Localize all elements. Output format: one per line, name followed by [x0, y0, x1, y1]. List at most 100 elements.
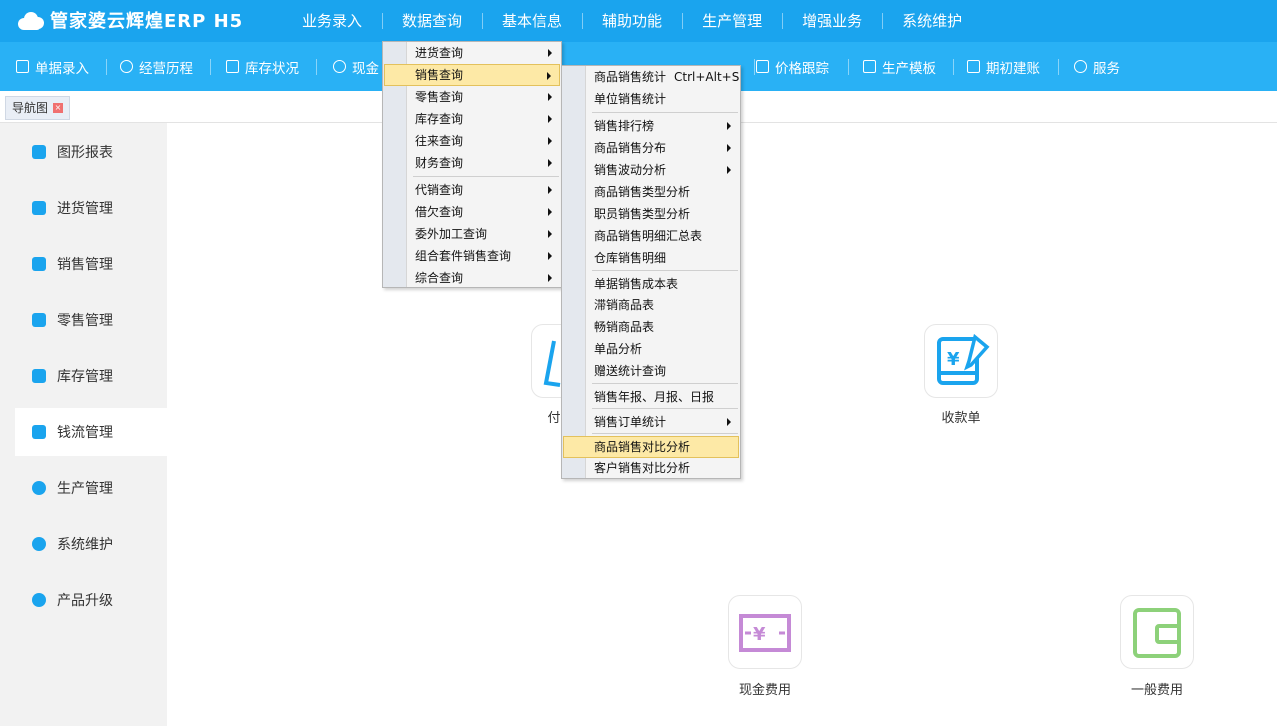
sidebar-item-cashflow[interactable]: 钱流管理: [15, 408, 167, 456]
sidebar-item-retail[interactable]: 零售管理: [15, 296, 167, 344]
sales-menu-item[interactable]: 商品销售类型分析: [563, 181, 739, 203]
sales-menu-item[interactable]: 商品销售对比分析: [563, 436, 739, 458]
shortcut-label: 库存状况: [245, 60, 299, 77]
shortcut-price-tracking[interactable]: 价格跟踪: [756, 42, 829, 91]
sales-menu-item[interactable]: 销售波动分析: [563, 159, 739, 181]
cash-expense-card[interactable]: ¥: [728, 595, 802, 669]
data-query-menu-item[interactable]: 库存查询: [384, 108, 560, 130]
shortcut-service[interactable]: 服务: [1074, 42, 1120, 91]
top-nav-item-business-entry[interactable]: 业务录入: [282, 0, 382, 42]
sidebar-item-chart-reports[interactable]: 图形报表: [15, 128, 167, 176]
menu-item-label: 商品销售类型分析: [594, 185, 691, 199]
sales-menu-item[interactable]: 销售排行榜: [563, 115, 739, 137]
top-nav-item-auxiliary[interactable]: 辅助功能: [582, 0, 682, 42]
general-expense-card-label: 一般费用: [1130, 683, 1183, 698]
sales-menu-item[interactable]: 销售年报、月报、日报: [563, 386, 739, 408]
sales-menu-item[interactable]: 商品销售统计 Ctrl+Alt+S: [563, 66, 739, 88]
submenu-arrow-icon: [548, 252, 552, 260]
submenu-arrow-icon: [727, 122, 731, 130]
data-query-menu-item[interactable]: 往来查询: [384, 130, 560, 152]
menu-item-label: 财务查询: [415, 156, 464, 170]
menu-item-label: 单位销售统计: [594, 92, 667, 106]
sidebar-item-upgrade[interactable]: 产品升级: [15, 576, 167, 624]
top-nav-item-data-query[interactable]: 数据查询: [382, 0, 482, 42]
edit-icon: [16, 60, 29, 73]
menu-item-label: 进货查询: [415, 46, 464, 60]
menu-item-label: 单品分析: [594, 342, 643, 356]
sales-menu-item[interactable]: 滞销商品表: [563, 294, 739, 316]
sales-menu-item[interactable]: 客户销售对比分析: [563, 457, 739, 479]
chart-icon: [32, 145, 46, 159]
menu-item-label: 组合套件销售查询: [415, 249, 512, 263]
sales-menu-item[interactable]: 商品销售分布: [563, 137, 739, 159]
divider: [848, 59, 849, 75]
sidebar-item-label: 进货管理: [57, 201, 113, 217]
receipt-card[interactable]: ¥: [924, 324, 998, 398]
sidebar-item-label: 零售管理: [57, 313, 113, 329]
submenu-arrow-icon: [727, 418, 731, 426]
cash-expense-icon: ¥: [739, 614, 791, 652]
data-query-menu-item[interactable]: 销售查询: [384, 64, 560, 86]
shortcut-business-history[interactable]: 经营历程: [120, 42, 193, 91]
tab-navigation-map[interactable]: 导航图 ×: [5, 96, 71, 120]
production-icon: [32, 481, 46, 495]
shortcut-stock-status[interactable]: 库存状况: [226, 42, 299, 91]
top-bar: 管家婆云辉煌ERP H5 业务录入 数据查询 基本信息 辅助功能 生产管理 增强…: [0, 0, 1277, 42]
shortcut-voucher-entry[interactable]: 单据录入: [16, 42, 89, 91]
top-nav-item-system[interactable]: 系统维护: [882, 0, 982, 42]
sales-menu-item[interactable]: 畅销商品表: [563, 316, 739, 338]
submenu-arrow-icon: [727, 166, 731, 174]
sales-menu-item[interactable]: 销售订单统计: [563, 411, 739, 433]
check-circle-icon: [120, 60, 133, 73]
data-query-menu-item[interactable]: 借欠查询: [384, 201, 560, 223]
data-query-menu-item[interactable]: 组合套件销售查询: [384, 245, 560, 267]
menu-item-label: 销售排行榜: [594, 119, 655, 133]
shortcut-production-template[interactable]: 生产模板: [863, 42, 936, 91]
purchase-icon: [32, 201, 46, 215]
data-query-menu-item[interactable]: 财务查询: [384, 152, 560, 174]
sidebar-item-production[interactable]: 生产管理: [15, 464, 167, 512]
sales-menu-item[interactable]: 职员销售类型分析: [563, 203, 739, 225]
sidebar-item-label: 图形报表: [57, 145, 113, 161]
shortcut-cash[interactable]: 现金: [333, 42, 379, 91]
submenu-arrow-icon: [548, 230, 552, 238]
sales-icon: [32, 257, 46, 271]
sidebar-item-label: 系统维护: [57, 537, 113, 553]
divider: [1058, 59, 1059, 75]
general-expense-card[interactable]: [1120, 595, 1194, 669]
sidebar-item-purchase[interactable]: 进货管理: [15, 184, 167, 232]
top-nav-item-enhanced[interactable]: 增强业务: [782, 0, 882, 42]
sales-menu-item[interactable]: 单据销售成本表: [563, 273, 739, 295]
menu-separator: [413, 176, 559, 177]
sidebar-item-maintenance[interactable]: 系统维护: [15, 520, 167, 568]
divider: [210, 59, 211, 75]
data-query-menu-item[interactable]: 代销查询: [384, 179, 560, 201]
data-query-menu-item[interactable]: 零售查询: [384, 86, 560, 108]
sales-menu-item[interactable]: 单品分析: [563, 338, 739, 360]
data-query-menu-item[interactable]: 综合查询: [384, 267, 560, 289]
sidebar-item-inventory[interactable]: 库存管理: [15, 352, 167, 400]
menu-item-label: 借欠查询: [415, 205, 464, 219]
menu-item-label: 综合查询: [415, 271, 464, 285]
top-nav-item-production[interactable]: 生产管理: [682, 0, 782, 42]
sidebar-item-sales[interactable]: 销售管理: [15, 240, 167, 288]
divider: [754, 59, 755, 75]
close-icon[interactable]: ×: [53, 103, 64, 113]
general-expense-icon: [1133, 608, 1181, 658]
sales-menu-item[interactable]: 赠送统计查询: [563, 360, 739, 382]
shortcut-opening-setup[interactable]: 期初建账: [967, 42, 1040, 91]
data-query-menu-item[interactable]: 委外加工查询: [384, 223, 560, 245]
sales-menu-item[interactable]: 商品销售明细汇总表: [563, 225, 739, 247]
shortcut-label: 现金: [352, 60, 379, 77]
sales-menu-item[interactable]: 仓库销售明细: [563, 247, 739, 269]
cash-expense-card-label: 现金费用: [738, 683, 791, 698]
yen-circle-icon: [333, 60, 346, 73]
data-query-menu-item[interactable]: 进货查询: [384, 42, 560, 64]
document-icon: [863, 60, 876, 73]
sales-menu-item[interactable]: 单位销售统计: [563, 88, 739, 110]
top-nav-item-basic-info[interactable]: 基本信息: [482, 0, 582, 42]
menu-item-label: 单据销售成本表: [594, 277, 679, 291]
menu-item-label: 客户销售对比分析: [594, 461, 691, 475]
shortcut-label: 生产模板: [882, 60, 936, 77]
menu-item-label: 职员销售类型分析: [594, 207, 691, 221]
